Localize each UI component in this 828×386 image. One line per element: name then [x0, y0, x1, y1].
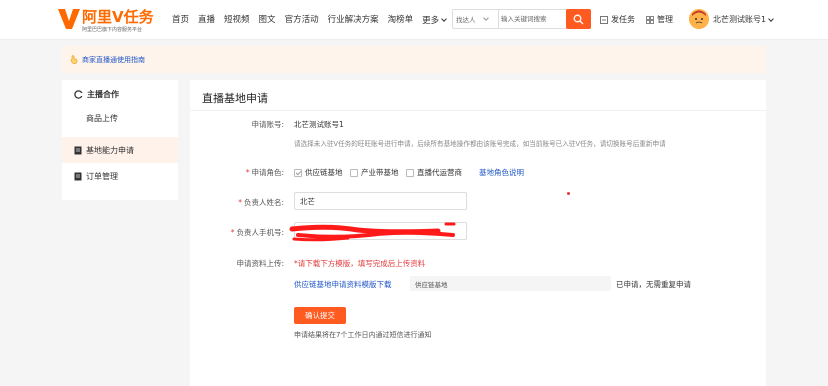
- manage-link[interactable]: 管理: [646, 14, 673, 25]
- chevron-down-icon: [768, 15, 774, 22]
- role-option-label: 直播代运营商: [417, 168, 462, 177]
- main-nav: 首页 直播 短视频 图文 官方活动 行业解决方案 淘榜单 更多: [172, 13, 455, 27]
- grid-icon: [646, 15, 654, 24]
- sidebar-item-order-management[interactable]: 订单管理: [62, 163, 178, 189]
- checkbox-checked-icon: [294, 168, 302, 177]
- account-value: 北芒测试账号1: [294, 120, 344, 129]
- role-checkbox-industry-belt[interactable]: 产业带基地: [350, 167, 399, 178]
- nav-short-video[interactable]: 短视频: [224, 13, 250, 27]
- avatar[interactable]: [689, 9, 709, 29]
- hand-pointer-icon: [70, 55, 78, 64]
- role-option-label: 供应链基地: [305, 168, 343, 177]
- phone-label: * 负责人手机号:: [220, 227, 284, 238]
- required-mark: *: [230, 228, 235, 237]
- upload-warning: *请下载下方模版，填写完成后上传资料: [294, 259, 426, 268]
- uploaded-status: 已申请，无需重复申请: [616, 280, 691, 289]
- nav-more-label: 更多: [422, 16, 440, 26]
- nav-more[interactable]: 更多: [422, 13, 447, 27]
- role-checkbox-supply-chain[interactable]: 供应链基地: [294, 167, 343, 178]
- account-hint: 请选择未入驻V任务的旺旺账号进行申请，后续所有基地操作都由该账号完成，如当前账号…: [294, 140, 666, 148]
- user-name: 北芒测试账号1: [713, 15, 767, 24]
- notice-guide-link[interactable]: 商家直播通使用指南: [82, 55, 145, 65]
- nav-industry-solutions[interactable]: 行业解决方案: [328, 13, 379, 27]
- page-title: 直播基地申请: [202, 92, 268, 105]
- required-mark: *: [238, 198, 242, 207]
- nav-taobao-rankings[interactable]: 淘榜单: [388, 13, 414, 27]
- top-header: 阿里V任务 阿里巴巴旗下内容服务平台 首页 直播 短视频 图文 官方活动 行业解…: [0, 0, 828, 40]
- role-help-link[interactable]: 基地角色说明: [479, 167, 524, 178]
- cooperation-icon: [74, 90, 83, 99]
- role-label-text: 申请角色:: [251, 168, 284, 177]
- site-logo[interactable]: 阿里V任务 阿里巴巴旗下内容服务平台: [58, 5, 168, 35]
- sidebar-item-label: 订单管理: [86, 171, 118, 181]
- sidebar-group-anchor-cooperation[interactable]: 主播合作: [74, 89, 119, 100]
- checkbox-icon: [406, 168, 414, 177]
- logo-title: 阿里V任务: [82, 8, 154, 26]
- sidebar-item-label: 基地能力申请: [86, 145, 134, 155]
- sidebar-item-base-application[interactable]: 基地能力申请: [62, 137, 178, 163]
- account-label: 申请账号:: [251, 120, 284, 129]
- document-icon: [74, 146, 82, 154]
- notice-banner: 商家直播通使用指南: [62, 46, 766, 73]
- publish-task-label: 发任务: [611, 15, 635, 24]
- manage-label: 管理: [657, 15, 673, 24]
- phone-label-text: 负责人手机号:: [236, 228, 284, 237]
- uploaded-file-name: 供应链基地: [410, 276, 611, 291]
- required-mark: *: [245, 168, 250, 177]
- chevron-down-icon: [482, 15, 489, 21]
- edit-square-icon: [600, 15, 608, 24]
- role-label: * 申请角色:: [236, 167, 284, 178]
- role-option-label: 产业带基地: [361, 168, 399, 177]
- nav-live[interactable]: 直播: [198, 13, 215, 27]
- logo-v-icon: [58, 9, 80, 29]
- nav-article[interactable]: 图文: [259, 13, 276, 27]
- name-label: * 负责人姓名:: [228, 197, 284, 208]
- document-icon: [74, 172, 82, 180]
- search-scope-select[interactable]: 找达人: [453, 10, 499, 28]
- role-checkbox-live-operator[interactable]: 直播代运营商: [406, 167, 462, 178]
- submit-button[interactable]: 确认提交: [294, 307, 346, 324]
- publish-task-link[interactable]: 发任务: [600, 14, 635, 25]
- upload-label: 申请资料上传:: [236, 259, 284, 268]
- name-label-text: 负责人姓名:: [243, 198, 284, 207]
- search-input[interactable]: [501, 12, 571, 26]
- redaction-scribble: [289, 222, 456, 242]
- nav-home[interactable]: 首页: [172, 13, 189, 27]
- required-dot: [567, 192, 570, 195]
- sidebar: 主播合作 商品上传 基地能力申请 订单管理: [62, 80, 178, 200]
- search-icon: [573, 14, 584, 24]
- logo-subtitle: 阿里巴巴旗下内容服务平台: [82, 27, 143, 33]
- manager-name-field[interactable]: [294, 192, 467, 210]
- user-menu[interactable]: 北芒测试账号1: [713, 14, 774, 25]
- template-download-link[interactable]: 供应链基地申请资料模版下载: [294, 279, 392, 290]
- title-divider: [190, 110, 766, 111]
- avatar-face-icon: [689, 9, 709, 29]
- search-scope-label: 找达人: [456, 16, 476, 24]
- chevron-down-icon: [441, 16, 447, 22]
- checkbox-icon: [350, 168, 358, 177]
- sidebar-item-product-upload[interactable]: 商品上传: [86, 113, 118, 124]
- nav-official-events[interactable]: 官方活动: [285, 13, 319, 27]
- search-button[interactable]: [566, 9, 591, 29]
- sidebar-group-label: 主播合作: [87, 90, 119, 99]
- result-notice: 申请结果将在7个工作日内通过短信进行通知: [294, 331, 432, 339]
